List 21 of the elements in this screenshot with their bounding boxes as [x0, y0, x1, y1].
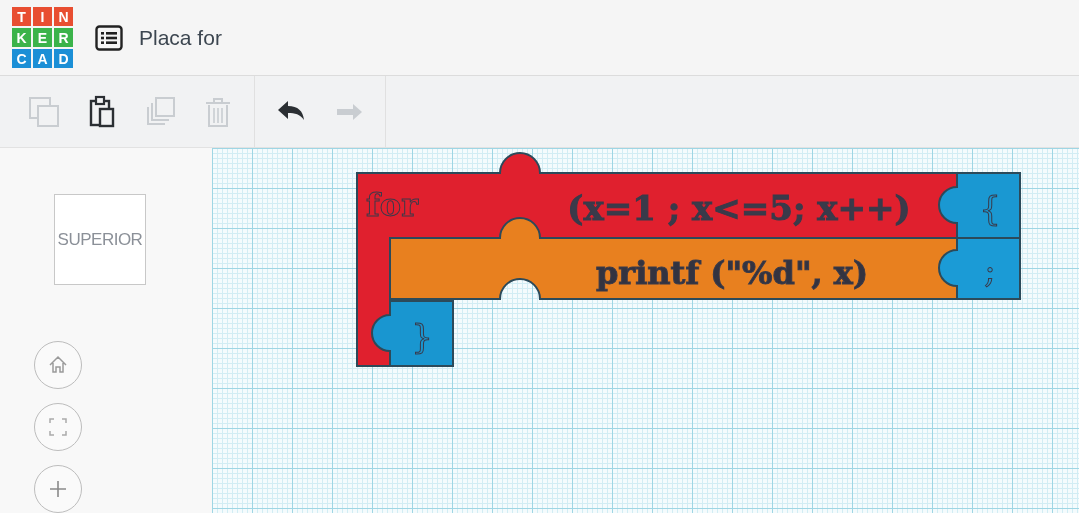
logo-letter: D	[54, 49, 73, 68]
home-button[interactable]	[34, 341, 82, 389]
keyword-label: for	[366, 186, 418, 224]
symbol-label: }	[411, 316, 433, 356]
logo-letter: I	[33, 7, 52, 26]
statement-text: printf ("%d", x)	[595, 254, 869, 292]
logo-letter: R	[54, 28, 73, 47]
logo-letter: K	[12, 28, 31, 47]
fit-view-button[interactable]	[34, 403, 82, 451]
logo-letter: A	[33, 49, 52, 68]
logo-letter: E	[33, 28, 52, 47]
list-icon[interactable]	[95, 24, 123, 51]
zoom-in-button[interactable]	[34, 465, 82, 513]
logo-letter: N	[54, 7, 73, 26]
logo-letter: C	[12, 49, 31, 68]
loop-condition-text: (x=1 ; x<=5; x++)	[567, 188, 911, 228]
symbol-label: {	[979, 188, 1001, 228]
design-title: Placa for	[139, 24, 222, 51]
logo-letter: T	[12, 7, 31, 26]
view-cube[interactable]: SUPERIOR	[54, 194, 146, 285]
symbol-label: ;	[984, 250, 996, 290]
